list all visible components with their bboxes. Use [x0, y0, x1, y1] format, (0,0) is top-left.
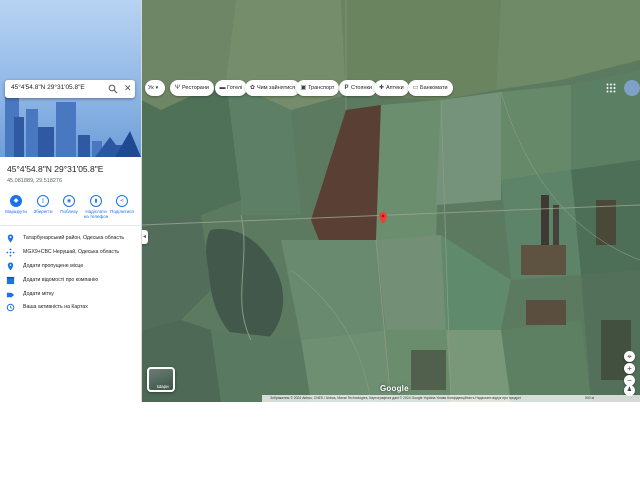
history-icon: [6, 303, 15, 312]
info-text: Татарбунарський район, Одеська область: [23, 235, 125, 241]
action-label: Надіслати на телефон: [83, 209, 109, 219]
collapse-panel-button[interactable]: ◂: [141, 230, 148, 244]
nearby-button[interactable]: ◉ Поблизу: [57, 195, 81, 214]
scale-label: 500 м: [585, 396, 594, 400]
search-input[interactable]: 45°4'54.8"N 29°31'05.8"E: [11, 84, 85, 91]
chip-transit[interactable]: ▣ Транспорт: [296, 80, 340, 96]
directions-button[interactable]: ◆ Маршрути: [4, 195, 28, 214]
chip-hotels[interactable]: ▬ Готелі: [215, 80, 248, 96]
info-text: Додати відомості про компанію: [23, 277, 99, 283]
chip-label: Готелі: [227, 85, 243, 91]
add-label-icon: [6, 292, 15, 298]
restaurant-icon: Ψ: [174, 85, 180, 91]
pharmacy-icon: ✚: [378, 85, 385, 91]
close-icon[interactable]: ✕: [124, 83, 132, 93]
info-row-add-place[interactable]: Додати пропущене місце: [6, 262, 138, 272]
add-business-icon: [6, 276, 15, 285]
zoom-in-button[interactable]: +: [624, 363, 635, 374]
map-type-dropdown[interactable]: Ук ▾: [145, 80, 165, 96]
chip-atms[interactable]: ▭ Банкомати: [408, 80, 453, 96]
info-row-address[interactable]: Татарбунарський район, Одеська область: [6, 234, 138, 244]
chip-parking[interactable]: P Стоянки: [339, 80, 377, 96]
account-avatar[interactable]: [624, 80, 640, 96]
share-button[interactable]: ⋖ Поділитися: [109, 195, 135, 214]
info-text: Ваша активність на Картах: [23, 304, 88, 310]
dropdown-label: Ук: [148, 85, 154, 91]
share-icon: ⋖: [116, 195, 128, 207]
satellite-map[interactable]: [141, 0, 640, 402]
google-logo: Google: [380, 384, 409, 393]
add-place-icon: [7, 262, 14, 271]
empty-area: [0, 402, 640, 480]
chip-label: Стоянки: [351, 85, 372, 91]
chip-things-to-do[interactable]: ✿ Чим зайнятися: [245, 80, 301, 96]
action-label: Маршрути: [5, 209, 27, 214]
location-button[interactable]: ⌖: [624, 351, 635, 362]
satellite-imagery: [141, 0, 640, 402]
nearby-icon: ◉: [63, 195, 75, 207]
action-label: Зберегти: [33, 209, 53, 214]
chip-label: Банкомати: [420, 85, 448, 91]
info-row-add-label[interactable]: Додати мітку: [6, 290, 138, 300]
info-text: MGX9+CBC Нерушай, Одеська область: [23, 249, 120, 255]
directions-icon: ◆: [10, 195, 22, 207]
activities-icon: ✿: [249, 85, 256, 91]
chevron-down-icon: ▾: [155, 85, 159, 91]
chip-label: Аптеки: [386, 85, 404, 91]
info-row-activity[interactable]: Ваша активність на Картах: [6, 303, 138, 313]
layers-button[interactable]: Шари: [147, 367, 175, 392]
info-row-plus-code[interactable]: MGX9+CBC Нерушай, Одеська область: [6, 248, 138, 258]
maps-window: ◂ Ук ▾ Ψ Ресторани ▬ Готелі ✿ Чим зайнятися …: [0, 0, 640, 402]
info-text: Додати мітку: [23, 291, 54, 297]
chip-label: Ресторани: [182, 85, 209, 91]
plus-code-icon: [6, 248, 15, 257]
chip-label: Транспорт: [308, 85, 335, 91]
info-row-add-business[interactable]: Додати відомості про компанію: [6, 276, 138, 286]
hero-shapes: [95, 131, 141, 157]
place-title: 45°4'54.8"N 29°31'05.8"E: [7, 164, 104, 174]
chip-label: Чим зайнятися: [257, 85, 296, 91]
action-label: Поблизу: [60, 209, 78, 214]
bookmark-icon: ▯: [37, 195, 49, 207]
place-subtitle: 45.081889, 29.518276: [7, 178, 63, 184]
divider: [0, 225, 141, 226]
location-icon: [7, 234, 14, 243]
hotel-icon: ▬: [219, 85, 226, 91]
search-box[interactable]: 45°4'54.8"N 29°31'05.8"E ✕: [5, 80, 135, 98]
info-text: Додати пропущене місце: [23, 263, 84, 269]
parking-icon: P: [344, 85, 349, 91]
location-pin-icon: [379, 212, 387, 224]
side-panel: 45°4'54.8"N 29°31'05.8"E ✕ 45°4'54.8"N 2…: [0, 0, 142, 402]
send-to-phone-button[interactable]: ▮ Надіслати на телефон: [83, 195, 109, 219]
chip-restaurants[interactable]: Ψ Ресторани: [170, 80, 214, 96]
attribution-bar: Зображення © 2024 Airbus, CNES / Airbus,…: [262, 395, 640, 402]
save-button[interactable]: ▯ Зберегти: [31, 195, 55, 214]
chip-pharmacies[interactable]: ✚ Аптеки: [374, 80, 409, 96]
layers-label: Шари: [157, 384, 169, 389]
atm-icon: ▭: [412, 85, 419, 91]
action-label: Поділитися: [110, 209, 134, 214]
send-to-phone-icon: ▮: [90, 195, 102, 207]
apps-grid-icon[interactable]: [606, 83, 616, 93]
transit-icon: ▣: [300, 85, 307, 91]
place-hero-image: [0, 0, 141, 157]
search-icon[interactable]: [108, 84, 118, 94]
